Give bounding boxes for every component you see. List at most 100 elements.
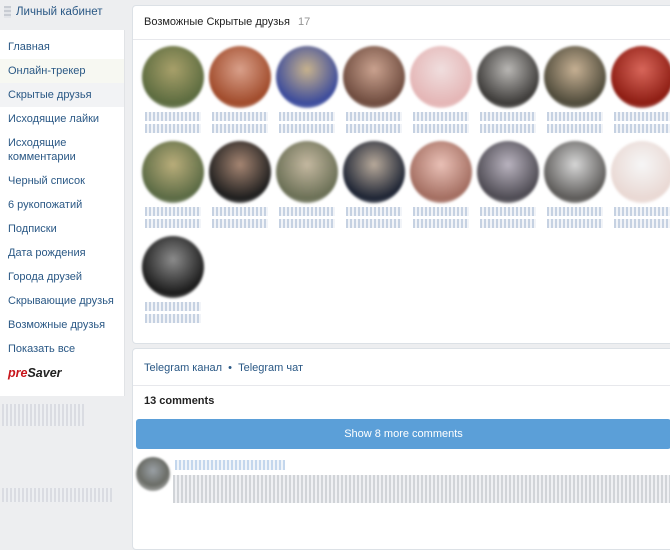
friends-card-title: Возможные Скрытые друзья <box>144 16 290 28</box>
friend-name-blurred <box>346 207 402 216</box>
links-separator: • <box>228 362 233 374</box>
friend-item[interactable] <box>475 141 541 233</box>
sidebar-item-subscriptions[interactable]: Подписки <box>0 217 124 241</box>
sidebar-item-six-handshakes[interactable]: 6 рукопожатий <box>0 193 124 217</box>
friend-name-blurred <box>346 112 402 121</box>
friend-name-blurred <box>212 219 268 228</box>
sidebar-item-birth-date[interactable]: Дата рождения <box>0 241 124 265</box>
friend-name-blurred <box>413 124 469 133</box>
friend-name-blurred <box>145 112 201 121</box>
friend-name-blurred <box>480 207 536 216</box>
friend-avatar[interactable] <box>276 141 338 203</box>
friend-name-blurred <box>480 124 536 133</box>
telegram-chat-link[interactable]: Telegram чат <box>238 362 303 374</box>
friends-count: 17 <box>298 16 311 28</box>
sidebar-item-possible-friends[interactable]: Возможные друзья <box>0 313 124 337</box>
friend-avatar[interactable] <box>343 46 405 108</box>
friend-avatar[interactable] <box>477 46 539 108</box>
friend-name-blurred <box>145 219 201 228</box>
friend-avatar[interactable] <box>410 46 472 108</box>
friend-name-blurred <box>614 219 670 228</box>
friend-name-blurred <box>480 112 536 121</box>
sidebar-item-online-tracker[interactable]: Онлайн-трекер <box>0 59 124 83</box>
friend-name-blurred <box>145 302 201 311</box>
friend-name-blurred <box>212 124 268 133</box>
sidebar-item-show-all[interactable]: Показать все <box>0 337 124 361</box>
blurred-comment-text <box>173 475 670 503</box>
friend-item[interactable] <box>140 46 206 138</box>
friend-avatar[interactable] <box>142 46 204 108</box>
friend-item[interactable] <box>408 46 474 138</box>
friends-card-header: Возможные Скрытые друзья 17 <box>133 6 670 40</box>
friend-name-blurred <box>279 219 335 228</box>
friend-name-blurred <box>614 207 670 216</box>
friend-name-blurred <box>547 207 603 216</box>
friend-avatar[interactable] <box>611 141 670 203</box>
show-more-comments-button[interactable]: Show 8 more comments <box>136 419 670 449</box>
friend-avatar[interactable] <box>477 141 539 203</box>
friend-name-blurred <box>547 112 603 121</box>
friend-item[interactable] <box>542 141 608 233</box>
sidebar-item-outgoing-comments[interactable]: Исходящие комментарии <box>0 131 124 169</box>
sidebar-menu: Главная Онлайн-трекер Скрытые друзья Исх… <box>0 30 125 396</box>
friend-item[interactable] <box>140 236 206 328</box>
friend-name-blurred <box>145 124 201 133</box>
friend-name-blurred <box>212 207 268 216</box>
blurred-content <box>2 488 112 502</box>
cabinet-icon <box>4 6 11 18</box>
friend-name-blurred <box>212 112 268 121</box>
friend-avatar[interactable] <box>142 141 204 203</box>
sidebar: Личный кабинет Главная Онлайн-трекер Скр… <box>0 0 125 506</box>
friend-name-blurred <box>145 207 201 216</box>
friend-name-blurred <box>279 207 335 216</box>
comments-card: Telegram канал • Telegram чат 13 comment… <box>132 348 670 550</box>
friend-name-blurred <box>413 112 469 121</box>
friend-item[interactable] <box>274 46 340 138</box>
sidebar-item-blacklist[interactable]: Черный список <box>0 169 124 193</box>
friend-name-blurred <box>279 112 335 121</box>
friend-avatar[interactable] <box>276 46 338 108</box>
friend-item[interactable] <box>341 141 407 233</box>
friend-item[interactable] <box>609 141 670 233</box>
friend-name-blurred <box>413 219 469 228</box>
friend-item[interactable] <box>475 46 541 138</box>
friend-name-blurred <box>413 207 469 216</box>
friend-name-blurred <box>614 112 670 121</box>
telegram-channel-link[interactable]: Telegram канал <box>144 362 222 374</box>
friend-item[interactable] <box>341 46 407 138</box>
friend-item[interactable] <box>609 46 670 138</box>
friend-name-blurred <box>145 314 201 323</box>
friend-avatar[interactable] <box>209 141 271 203</box>
sidebar-item-friend-cities[interactable]: Города друзей <box>0 265 124 289</box>
friend-name-blurred <box>346 219 402 228</box>
friend-avatar[interactable] <box>544 46 606 108</box>
sidebar-item-outgoing-likes[interactable]: Исходящие лайки <box>0 107 124 131</box>
sidebar-item-hiding-friends[interactable]: Скрывающие друзья <box>0 289 124 313</box>
possible-hidden-friends-card: Возможные Скрытые друзья 17 <box>132 5 670 344</box>
friend-item[interactable] <box>207 46 273 138</box>
sidebar-item-hidden-friends[interactable]: Скрытые друзья <box>0 83 124 107</box>
sidebar-item-home[interactable]: Главная <box>0 35 124 59</box>
friend-name-blurred <box>614 124 670 133</box>
friend-avatar[interactable] <box>544 141 606 203</box>
friend-name-blurred <box>279 124 335 133</box>
friend-item[interactable] <box>207 141 273 233</box>
comment-avatar[interactable] <box>136 457 170 491</box>
friend-avatar[interactable] <box>142 236 204 298</box>
friend-item[interactable] <box>274 141 340 233</box>
friend-item[interactable] <box>140 141 206 233</box>
friend-name-blurred <box>480 219 536 228</box>
personal-cabinet-link[interactable]: Личный кабинет <box>16 6 103 18</box>
friend-item[interactable] <box>408 141 474 233</box>
friend-item[interactable] <box>542 46 608 138</box>
presaver-logo[interactable]: preSaver <box>0 361 124 380</box>
friend-avatar[interactable] <box>343 141 405 203</box>
friend-avatar[interactable] <box>209 46 271 108</box>
friend-avatar[interactable] <box>410 141 472 203</box>
comments-count-title: 13 comments <box>144 395 215 407</box>
friend-name-blurred <box>547 219 603 228</box>
friend-avatar[interactable] <box>611 46 670 108</box>
telegram-links: Telegram канал • Telegram чат <box>133 349 670 386</box>
blurred-content <box>2 404 84 426</box>
friend-name-blurred <box>547 124 603 133</box>
